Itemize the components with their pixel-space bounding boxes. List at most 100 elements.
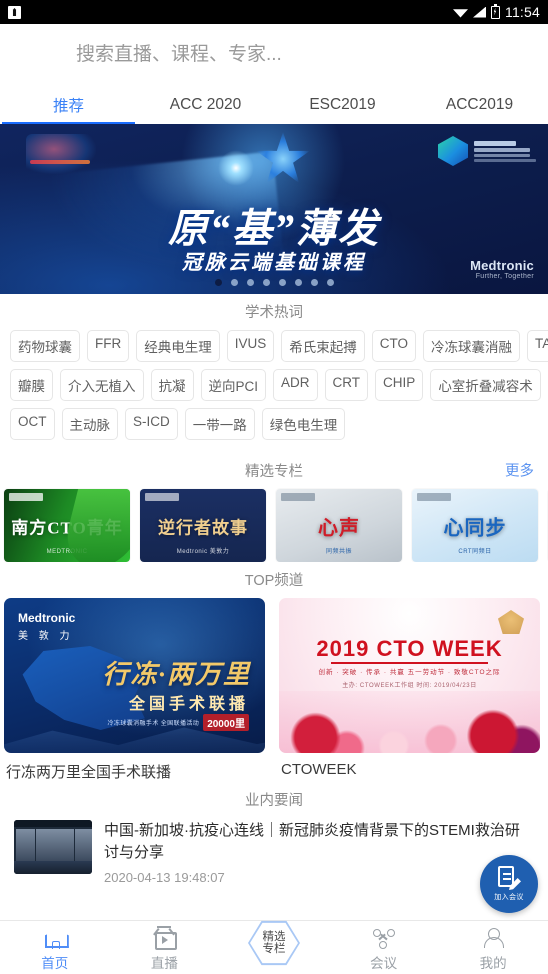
hot-word-tag[interactable]: ADR (273, 369, 318, 401)
top-channel-card[interactable]: 2019 CTO WEEK 创新 · 突破 · 传承 · 共赢 五一劳动节 · … (279, 598, 540, 782)
brand-name-cn: 美 敦 力 (18, 631, 74, 642)
search-bar[interactable] (0, 24, 548, 86)
news-body: 中国-新加坡·抗疫心连线｜新冠肺炎疫情背景下的STEMI救治研讨与分享 2020… (104, 820, 534, 885)
thumbnail-subtitle: 创新 · 突破 · 传承 · 共赢 五一劳动节 · 致敬CTO之际 (318, 669, 501, 676)
hot-word-tag[interactable]: CTO (371, 330, 417, 362)
carousel-dot[interactable] (326, 279, 334, 286)
hot-word-tag[interactable]: 一带一路 (184, 408, 255, 440)
top-channel-thumbnail: 2019 CTO WEEK 创新 · 突破 · 传承 · 共赢 五一劳动节 · … (279, 598, 540, 753)
featured-columns-header: 精选专栏 更多 (0, 453, 548, 487)
carousel-dots[interactable] (0, 279, 548, 286)
hot-word-tag[interactable]: 瓣膜 (10, 369, 53, 401)
top-channel-caption: 行冻两万里全国手术联播 (6, 764, 172, 781)
carousel-dot[interactable] (230, 279, 238, 286)
hot-word-tag[interactable]: 希氏束起搏 (281, 330, 365, 362)
thumbnail-tagline: 冷冻球囊消融手术 全国联播活动 20000里 (108, 714, 249, 731)
carousel-dot[interactable] (310, 279, 318, 286)
hot-word-tag[interactable]: 经典电生理 (136, 330, 220, 362)
hot-word-tag[interactable]: 心室折叠减容术 (430, 369, 541, 401)
hot-word-tag[interactable]: S-ICD (125, 408, 178, 440)
join-meeting-fab[interactable]: 加入会议 (480, 855, 538, 913)
carousel-dot[interactable] (246, 279, 254, 286)
tv-play-icon (153, 926, 178, 950)
tab-acc-2020[interactable]: ACC 2020 (137, 86, 274, 124)
news-timestamp: 2020-04-13 19:48:07 (104, 869, 225, 885)
medtronic-brand-block: Medtronic 美 敦 力 (18, 611, 75, 642)
tab-acc2019[interactable]: ACC2019 (411, 86, 548, 124)
status-bar: 11:54 (0, 0, 548, 24)
hot-words-header: 学术热词 (0, 294, 548, 328)
carousel-dot[interactable] (214, 279, 222, 286)
status-bar-left (8, 5, 21, 19)
app-notification-icon (8, 5, 21, 19)
hot-word-tag[interactable]: CRT (324, 369, 369, 401)
news-list-item[interactable]: 中国-新加坡·抗疫心连线｜新冠肺炎疫情背景下的STEMI救治研讨与分享 2020… (0, 816, 548, 885)
hot-word-tag[interactable]: IVUS (226, 330, 275, 362)
featured-column-card-title: 逆行者故事 (158, 518, 248, 537)
top-channel-caption: CTOWEEK (281, 761, 357, 778)
brand-watermark (281, 493, 315, 501)
nav-item-meeting[interactable]: 会议 (329, 921, 439, 972)
brand-watermark (417, 493, 451, 501)
thumbnail-title: 2019 CTO WEEK (316, 636, 503, 661)
nav-item-live[interactable]: 直播 (110, 921, 220, 972)
star-glow-decoration (218, 150, 254, 186)
thumbnail-subtitle: 全国手术联播 (128, 696, 249, 713)
share-nodes-icon (372, 927, 395, 949)
carousel-dot[interactable] (294, 279, 302, 286)
nav-item-profile[interactable]: 我的 (438, 921, 548, 972)
person-icon (482, 927, 505, 949)
hot-words-row: 药物球囊 FFR 经典电生理 IVUS 希氏束起搏 CTO 冷冻球囊消融 TAV… (10, 330, 548, 362)
featured-column-card[interactable]: 心声 同频共振 (276, 489, 402, 562)
news-thumbnail (14, 820, 92, 874)
nav-label: 直播 (150, 956, 178, 971)
search-input[interactable] (76, 44, 516, 66)
hot-word-tag[interactable]: 抗凝 (150, 369, 194, 401)
featured-columns-rail[interactable]: 南方CTO青年 MEDTRONIC 逆行者故事 Medtronic 美敦力 心声… (0, 487, 548, 562)
industry-news-title: 业内要闻 (245, 792, 303, 809)
thumbnail-tag-text: 冷冻球囊消融手术 全国联播活动 (107, 721, 200, 727)
document-edit-icon (498, 866, 521, 890)
hot-word-tag[interactable]: OCT (10, 408, 55, 440)
hot-word-tag[interactable]: FFR (87, 330, 130, 362)
nav-item-featured[interactable]: 精选 专栏 (247, 920, 300, 966)
status-bar-clock: 11:54 (505, 4, 540, 20)
thumbnail-divider (331, 662, 488, 664)
featured-columns-more-link[interactable]: 更多 (505, 460, 534, 481)
featured-column-card[interactable]: 逆行者故事 Medtronic 美敦力 (140, 489, 266, 562)
banner-brand-name: Medtronic (470, 258, 534, 273)
nav-label: 精选 专栏 (262, 930, 286, 955)
medtronic-mark-icon (438, 136, 468, 166)
featured-column-card[interactable]: 心同步 CRT同频日 (412, 489, 538, 562)
nav-item-home[interactable]: 首页 (0, 921, 110, 972)
featured-columns-title: 精选专栏 (245, 463, 303, 480)
category-tabs: 推荐 ACC 2020 ESC2019 ACC2019 (0, 86, 548, 124)
hot-word-tag[interactable]: CHIP (375, 369, 424, 401)
hot-word-tag[interactable]: TAVR (527, 330, 548, 362)
tab-esc2019[interactable]: ESC2019 (274, 86, 411, 124)
featured-column-card-subtitle: MEDTRONIC (46, 549, 88, 555)
thumbnail-tag-badge: 20000里 (203, 714, 249, 731)
hot-words-title: 学术热词 (245, 304, 303, 321)
industry-news-header: 业内要闻 (0, 782, 548, 816)
hot-word-tag[interactable]: 冷冻球囊消融 (423, 330, 521, 362)
hot-word-tag[interactable]: 药物球囊 (10, 330, 80, 362)
top-channel-card[interactable]: Medtronic 美 敦 力 行冻·两万里 全国手术联播 冷冻球囊消融手术 全… (4, 598, 265, 782)
medtronic-university-wordmark (474, 140, 536, 162)
hot-word-tag[interactable]: 介入无植入 (60, 369, 144, 401)
carousel-dot[interactable] (278, 279, 286, 286)
carousel-dot[interactable] (262, 279, 270, 286)
nav-label: 我的 (479, 956, 507, 971)
top-channel-title: TOP频道 (244, 572, 304, 589)
hero-banner-carousel[interactable]: 原“基”薄发 冠脉云端基础课程 Medtronic Further, Toget… (0, 124, 548, 294)
top-channel-list: Medtronic 美 敦 力 行冻·两万里 全国手术联播 冷冻球囊消融手术 全… (0, 596, 548, 782)
tab-recommend[interactable]: 推荐 (0, 86, 137, 124)
hot-word-tag[interactable]: 逆向PCI (200, 369, 267, 401)
hot-words-row: 瓣膜 介入无植入 抗凝 逆向PCI ADR CRT CHIP 心室折叠减容术 E… (10, 369, 548, 401)
hot-word-tag[interactable]: 绿色电生理 (261, 408, 346, 440)
news-title: 中国-新加坡·抗疫心连线｜新冠肺炎疫情背景下的STEMI救治研讨与分享 (104, 822, 520, 861)
hot-words-list: 药物球囊 FFR 经典电生理 IVUS 希氏束起搏 CTO 冷冻球囊消融 TAV… (0, 328, 548, 453)
bottom-navigation-bar: 首页 直播 精选 专栏 会议 我的 (0, 920, 548, 974)
featured-column-card[interactable]: 南方CTO青年 MEDTRONIC (4, 489, 130, 562)
hot-word-tag[interactable]: 主动脉 (61, 408, 118, 440)
